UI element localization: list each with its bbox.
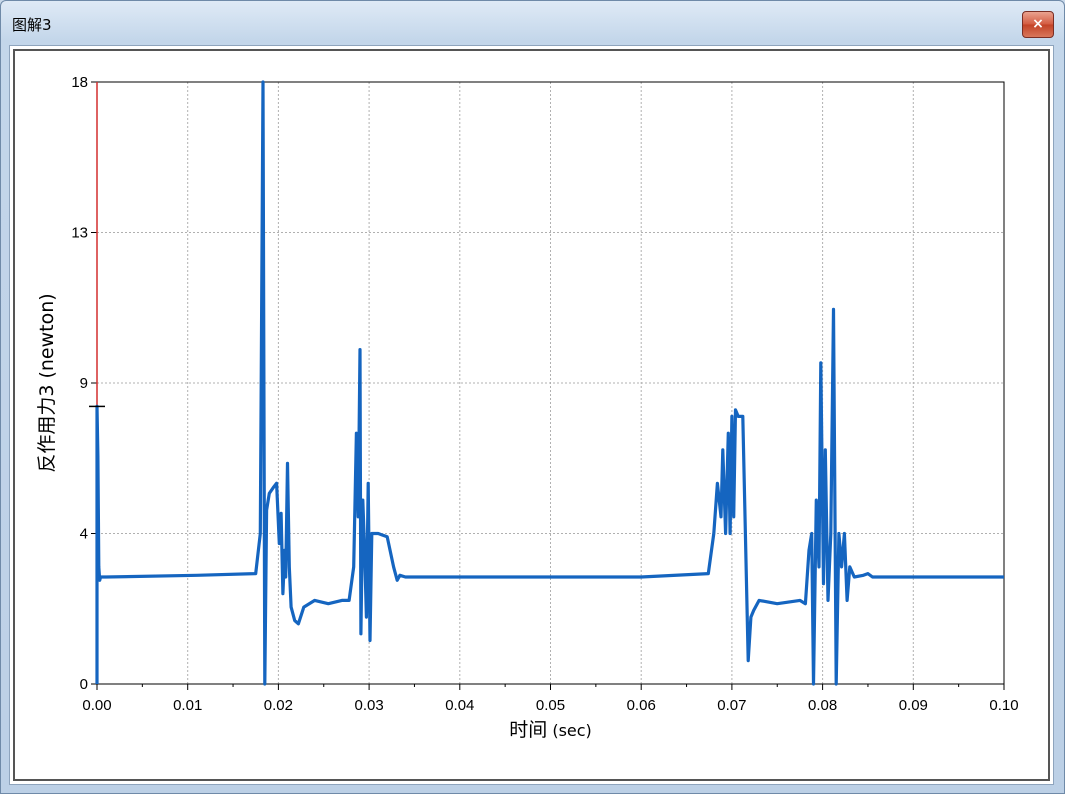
reaction-force-chart: 0.00 0.01 0.02 0.03 0.04 0.05 0.06 0.07 0.08 0.09… [36,74,1019,741]
y-tick-label: 18 [71,74,88,91]
x-tick-label: 0.02 [264,697,293,714]
plot-area: 0.00 0.01 0.02 0.03 0.04 0.05 0.06 0.07 0.08 0.09… [9,45,1054,785]
x-tick-label: 0.07 [717,697,746,714]
x-tick-label: 0.09 [899,697,928,714]
x-axis-label: 时间 (sec) [509,719,592,741]
plot-window: 图解3 × 0.00 0.01 0.02 0.03 0.04 0.05 0.06 0.07 0.… [0,0,1065,794]
y-tick-label: 4 [80,526,88,543]
x-tick-label: 0.00 [82,697,111,714]
x-axis-label-name: 时间 [509,719,547,741]
close-icon: × [1032,16,1044,32]
x-tick-label: 0.05 [536,697,565,714]
window-title: 图解3 [12,16,52,34]
x-tick-label: 0.04 [445,697,474,714]
y-tick-label: 13 [71,225,88,242]
y-axis-label: 反作用力3 (newton) [36,293,58,472]
plot-frame: 0.00 0.01 0.02 0.03 0.04 0.05 0.06 0.07 0.08 0.09… [13,49,1050,781]
x-tick-label: 0.01 [173,697,202,714]
x-tick-label: 0.08 [808,697,837,714]
title-bar[interactable]: 图解3 × [1,1,1064,45]
x-tick-label: 0.10 [989,697,1018,714]
x-tick-label: 0.06 [627,697,656,714]
y-tick-label: 0 [80,676,88,693]
y-tick-label: 9 [80,375,88,392]
x-tick-label: 0.03 [354,697,383,714]
close-button[interactable]: × [1022,11,1054,38]
x-axis-label-unit: (sec) [547,721,592,740]
